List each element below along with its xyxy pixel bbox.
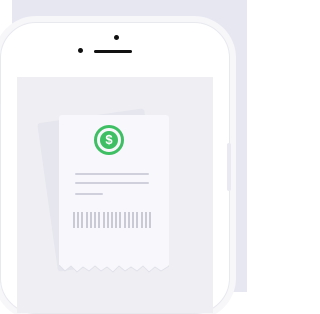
earpiece-speaker (94, 50, 132, 53)
dollar-icon: $ (94, 125, 124, 155)
phone-side-button (227, 143, 231, 191)
front-sensor (114, 35, 119, 40)
front-camera (78, 48, 83, 53)
barcode (73, 212, 151, 228)
receipt-torn-edge (59, 265, 169, 273)
receipt: $ (59, 115, 169, 273)
receipt-line (75, 182, 149, 184)
phone-volume-button (0, 103, 1, 121)
receipt-line (75, 193, 103, 195)
receipt-line (75, 173, 149, 175)
phone-screen: $ (17, 77, 213, 313)
phone-frame: $ (0, 22, 231, 314)
dollar-symbol: $ (100, 131, 118, 149)
